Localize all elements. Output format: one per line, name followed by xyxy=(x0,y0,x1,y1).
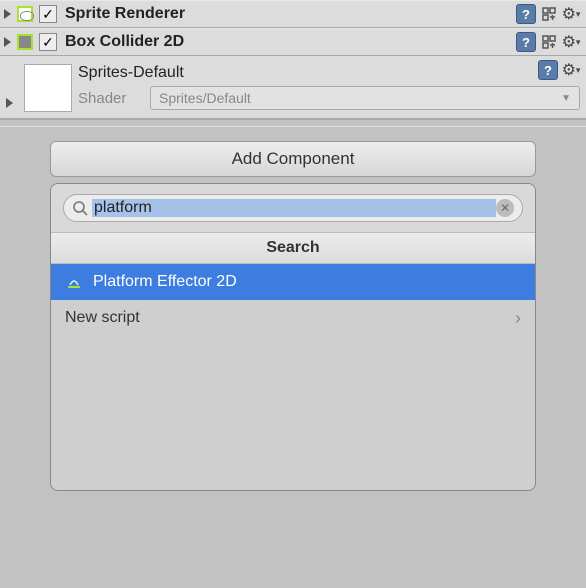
gear-icon[interactable]: ⚙▾ xyxy=(562,5,580,23)
add-component-dropdown: platform ✕ Search Platform Effector 2D N… xyxy=(50,183,536,491)
search-text: platform xyxy=(92,199,496,217)
enable-checkbox[interactable]: ✓ xyxy=(39,33,57,51)
search-input[interactable]: platform ✕ xyxy=(63,194,523,222)
foldout-icon[interactable] xyxy=(4,9,11,19)
result-label: New script xyxy=(65,309,140,327)
result-label: Platform Effector 2D xyxy=(93,273,237,291)
foldout-icon[interactable] xyxy=(4,37,11,47)
component-sprite-renderer[interactable]: ✓ Sprite Renderer ? ⚙▾ xyxy=(0,0,586,28)
material-name: Sprites-Default xyxy=(78,64,580,82)
gear-icon[interactable]: ⚙▾ xyxy=(562,61,580,79)
preset-icon[interactable] xyxy=(540,5,558,23)
preset-icon[interactable] xyxy=(540,33,558,51)
search-header: Search xyxy=(51,232,535,264)
add-component-button[interactable]: Add Component xyxy=(50,141,536,177)
foldout-icon[interactable] xyxy=(6,98,13,108)
divider xyxy=(0,119,586,127)
help-icon[interactable]: ? xyxy=(516,4,536,24)
clear-search-icon[interactable]: ✕ xyxy=(496,199,514,217)
chevron-right-icon: › xyxy=(515,308,521,329)
material-section: Sprites-Default Shader Sprites/Default ▼… xyxy=(0,56,586,119)
search-results: Platform Effector 2D New script › xyxy=(51,264,535,490)
shader-value: Sprites/Default xyxy=(159,90,251,106)
result-platform-effector-2d[interactable]: Platform Effector 2D xyxy=(51,264,535,300)
shader-dropdown[interactable]: Sprites/Default ▼ xyxy=(150,86,580,110)
component-title: Box Collider 2D xyxy=(61,33,512,51)
inspector-body: Add Component platform ✕ Search Platform… xyxy=(0,127,586,491)
add-component-label: Add Component xyxy=(232,149,355,169)
gear-icon[interactable]: ⚙▾ xyxy=(562,33,580,51)
search-icon xyxy=(72,200,88,216)
material-thumbnail[interactable] xyxy=(24,64,72,112)
effector-icon xyxy=(65,273,83,291)
enable-checkbox[interactable]: ✓ xyxy=(39,5,57,23)
chevron-down-icon: ▼ xyxy=(561,93,571,104)
help-icon[interactable]: ? xyxy=(516,32,536,52)
result-new-script[interactable]: New script › xyxy=(51,300,535,336)
component-box-collider-2d[interactable]: ✓ Box Collider 2D ? ⚙▾ xyxy=(0,28,586,56)
help-icon[interactable]: ? xyxy=(538,60,558,80)
component-title: Sprite Renderer xyxy=(61,5,512,23)
sprite-renderer-icon xyxy=(15,4,35,24)
box-collider-icon xyxy=(15,32,35,52)
shader-label: Shader xyxy=(78,90,140,107)
